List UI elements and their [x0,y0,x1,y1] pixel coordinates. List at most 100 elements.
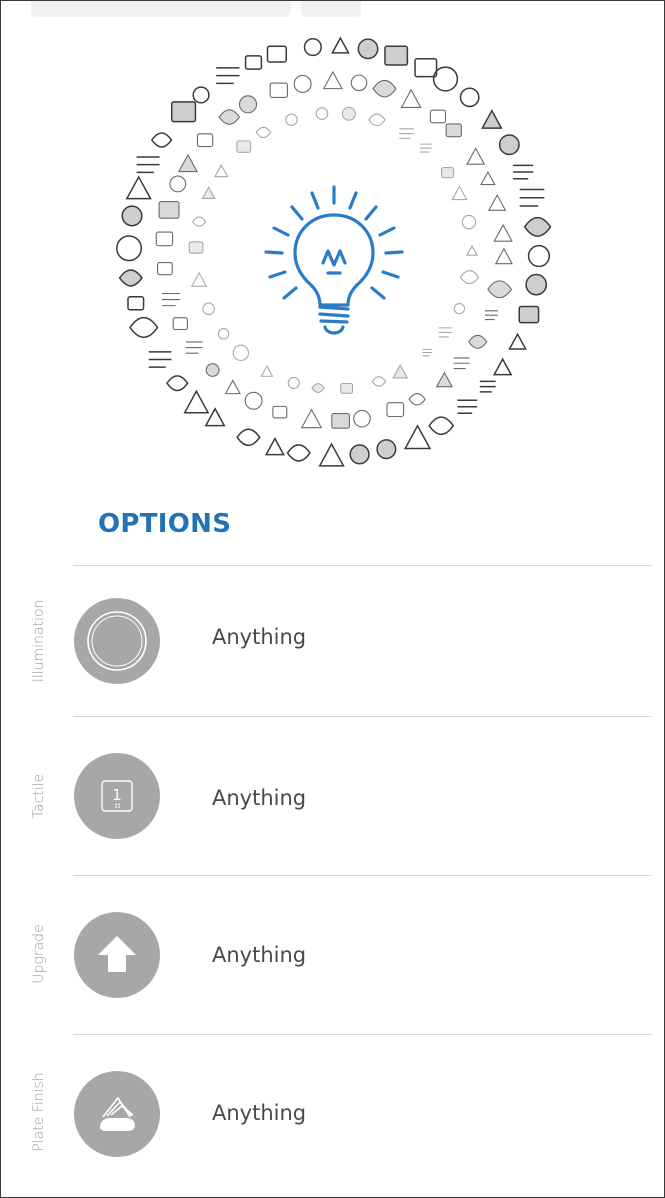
doodle-icon [468,334,488,349]
doodle-icon [350,74,368,92]
doodle-icon [453,357,470,370]
doodle-icon [205,363,220,377]
doodle-icon [484,310,498,321]
doodle-icon [400,88,422,109]
doodle-icon [331,36,350,54]
doodle-icon [125,175,152,200]
doodle-icon [177,153,198,173]
doodle-icon [386,402,405,418]
doodle-icon [368,113,386,127]
doodle-icon [118,269,143,287]
option-value-plate-finish[interactable]: Anything [212,1101,306,1125]
doodle-icon [513,164,534,180]
doodle-icon [217,327,230,340]
doodle-icon [353,409,371,428]
doodle-icon [266,45,288,63]
doodle-icon [129,316,159,339]
doodle-icon [399,128,414,139]
doodle-icon [459,87,480,108]
doodle-icon [188,241,204,254]
doodle-icon [322,70,343,90]
doodle-icon [459,270,480,285]
option-value-tactile[interactable]: Anything [212,786,306,810]
doodle-icon [376,439,397,460]
braille-key-icon: 1 [101,780,133,812]
divider [73,565,652,566]
doodle-icon [264,436,285,456]
doodle-icon [479,380,496,393]
doodle-icon [318,442,345,467]
doodle-icon [357,38,379,60]
doodle-icon [453,303,466,315]
doodle-icon [435,371,454,388]
doodle-icon [232,344,250,362]
doodle-icon [236,140,252,153]
doodle-icon [269,82,288,98]
doodle-icon [201,186,216,200]
doodle-icon [183,389,210,414]
doodle-icon [445,123,462,138]
doodle-icon [202,302,216,316]
doodle-icon [341,106,356,121]
divider [73,1034,652,1035]
doodle-icon [494,247,513,265]
doodle-icon [441,167,455,179]
option-label-upgrade: Upgrade [31,924,47,984]
doodle-icon [414,57,438,78]
doodle-icon [340,382,354,394]
doodle-icon [157,261,173,276]
doodle-icon [408,393,426,406]
doodle-icon [121,205,143,227]
doodle-icon [384,45,409,66]
page-frame: OPTIONS Illumination Anything Tactile 1 … [0,0,665,1198]
doodle-icon [438,327,453,338]
doodle-icon [190,271,208,287]
doodle-icon [498,134,520,156]
hero-illustration [99,15,569,487]
doodle-icon [481,109,503,129]
doodle-icon [461,214,477,230]
doodle-icon [192,86,210,104]
arrow-up-icon [98,936,136,972]
doodle-icon [127,296,145,311]
layers-icon [100,1097,135,1131]
ring-icon [87,611,147,671]
doodle-icon [236,428,261,447]
divider [73,875,652,876]
doodle-icon [272,405,288,419]
doodle-icon [287,376,300,390]
doodle-icon [371,376,387,387]
doodle-icon [204,407,226,427]
doodle-icons [115,36,552,467]
doodle-icon [218,109,241,125]
doodle-icon [428,416,455,436]
doodle-icon [457,399,478,415]
option-icon-illumination[interactable] [74,598,160,684]
option-value-illumination[interactable]: Anything [212,625,306,649]
doodle-icon [422,348,433,357]
doodle-icon [169,175,187,193]
option-icon-plate-finish[interactable] [74,1071,160,1157]
doodle-icon [403,424,432,450]
divider [73,716,652,717]
doodle-icon [170,101,197,123]
doodle-icon [286,444,311,462]
option-icon-tactile[interactable]: 1 [74,753,160,839]
doodle-icon [519,188,545,207]
doodle-icon [349,444,370,465]
doodle-icon [150,132,173,148]
doodle-icon [148,351,172,368]
doodle-icon [508,332,527,350]
doodle-icon [429,109,447,124]
option-value-upgrade[interactable]: Anything [212,943,306,967]
lightbulb-icon [264,185,404,335]
doodle-icon [523,216,552,237]
doodle-icon [311,383,325,393]
doodle-icon [492,357,513,376]
doodle-icon [432,66,459,92]
doodle-icon [331,412,350,429]
doodle-icon [487,280,513,299]
option-icon-upgrade[interactable] [74,912,160,998]
doodle-icon [238,95,258,114]
doodle-icon [293,74,312,93]
